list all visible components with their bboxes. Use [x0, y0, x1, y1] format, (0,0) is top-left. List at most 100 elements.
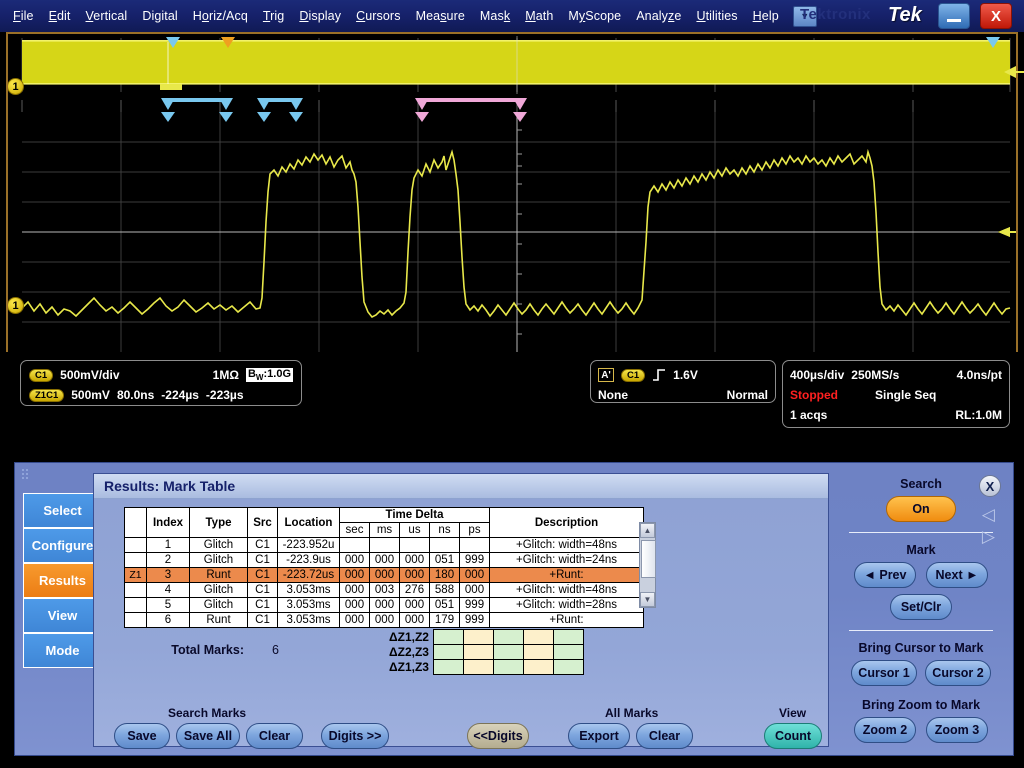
save-button[interactable]: Save: [114, 723, 170, 749]
drag-handle-icon[interactable]: [21, 468, 31, 478]
mark-table-head: Index Type Src Location Time Delta Descr…: [125, 508, 644, 538]
menu-item-digital[interactable]: Digital: [135, 6, 184, 26]
close-icon[interactable]: X: [980, 3, 1012, 29]
triangle-right-icon[interactable]: ▷: [982, 527, 995, 547]
table-header-row-1: Index Type Src Location Time Delta Descr…: [125, 508, 644, 523]
record-length: RL:1.0M: [955, 408, 1002, 422]
cell-location: -223.9us: [278, 553, 340, 568]
delta-cell-ps: [553, 630, 583, 645]
minimize-icon[interactable]: [938, 3, 970, 29]
th-index: Index: [147, 508, 190, 538]
delta-cell-us: [493, 645, 523, 660]
cursor-buttons: Cursor 1 Cursor 2: [835, 660, 1007, 686]
all-marks-buttons: Export Clear: [568, 723, 693, 749]
trigger-readout-box[interactable]: A' C1 1.6V None Normal: [590, 360, 776, 403]
next-mark-button[interactable]: Next ►: [926, 562, 988, 588]
sample-rate: 250MS/s: [851, 368, 899, 382]
close-label: X: [991, 8, 1001, 25]
count-button[interactable]: Count: [764, 723, 822, 749]
delta-cell-ps: [553, 660, 583, 675]
delta-cell-us: [493, 660, 523, 675]
sidebar-item-results[interactable]: Results: [23, 563, 102, 598]
cell-delta-ms: 000: [370, 598, 400, 613]
table-row[interactable]: 5 Glitch C1 3.053ms 000 000 000 051 999 …: [125, 598, 644, 613]
scrollbar-thumb[interactable]: [641, 540, 656, 578]
menu-item-measure[interactable]: Measure: [409, 6, 472, 26]
set-clear-mark-button[interactable]: Set/Clr: [890, 594, 952, 620]
cell-description: +Runt:: [490, 613, 644, 628]
cell-delta-us: 000: [400, 553, 430, 568]
table-row[interactable]: 4 Glitch C1 3.053ms 000 003 276 588 000 …: [125, 583, 644, 598]
clear-search-marks-button[interactable]: Clear: [246, 723, 303, 749]
cell-src: C1: [248, 568, 278, 583]
clear-all-marks-button[interactable]: Clear: [636, 723, 693, 749]
triangle-left-icon[interactable]: ◁: [982, 505, 995, 525]
menu-bar: FFileile Edit Vertical Digital Horiz/Acq…: [0, 0, 1024, 32]
cursor-1-button[interactable]: Cursor 1: [851, 660, 917, 686]
zoom-waveform-pane[interactable]: 1: [8, 112, 1016, 352]
menu-item-math[interactable]: Math: [518, 6, 560, 26]
mark-table-wrap: Index Type Src Location Time Delta Descr…: [124, 507, 644, 628]
cell-delta-sec: 000: [340, 553, 370, 568]
channel-readout-box[interactable]: C1 500mV/div 1MΩ BW:1.0G Z1C1 500mV 80.0…: [20, 360, 302, 406]
sidebar-item-select[interactable]: Select: [23, 493, 102, 528]
mark-table-body: 1 Glitch C1 -223.952u +Glitch: width=48n…: [125, 538, 644, 628]
search-on-toggle[interactable]: On: [886, 496, 956, 522]
cell-delta-ps: 999: [460, 598, 490, 613]
cell-description: +Glitch: width=28ns: [490, 598, 644, 613]
delta-cell-ms: [463, 645, 493, 660]
save-all-button[interactable]: Save All: [176, 723, 240, 749]
cell-type: Glitch: [190, 553, 248, 568]
cell-delta-ms: 000: [370, 553, 400, 568]
table-row[interactable]: Z1 3 Runt C1 -223.72us 000 000 000 180 0…: [125, 568, 644, 583]
cell-src: C1: [248, 598, 278, 613]
table-row[interactable]: 1 Glitch C1 -223.952u +Glitch: width=48n…: [125, 538, 644, 553]
cell-type: Runt: [190, 568, 248, 583]
cell-index: 1: [147, 538, 190, 553]
sidebar-item-configure[interactable]: Configure: [23, 528, 102, 563]
menu-item-file[interactable]: FFileile: [6, 6, 41, 26]
export-button[interactable]: Export: [568, 723, 630, 749]
menu-item-analyze[interactable]: Analyze: [629, 6, 688, 26]
menu-item-mask[interactable]: Mask: [473, 6, 517, 26]
cell-delta-sec: 000: [340, 568, 370, 583]
zoom-3-button[interactable]: Zoom 3: [926, 717, 988, 743]
triangle-up-icon[interactable]: ▲: [640, 523, 655, 538]
cell-type: Glitch: [190, 538, 248, 553]
digits-back-button[interactable]: <<Digits: [467, 723, 529, 749]
mark-table[interactable]: Index Type Src Location Time Delta Descr…: [124, 507, 644, 628]
zoom-end: -223µs: [206, 388, 244, 402]
cell-description: +Glitch: width=24ns: [490, 553, 644, 568]
zoom-2-button[interactable]: Zoom 2: [854, 717, 916, 743]
table-scrollbar[interactable]: ▲ ▼: [639, 522, 656, 608]
menu-item-cursors[interactable]: Cursors: [349, 6, 407, 26]
menu-item-myscope[interactable]: MyScope: [561, 6, 628, 26]
close-icon[interactable]: X: [979, 475, 1001, 497]
sidebar-item-mode[interactable]: Mode: [23, 633, 102, 668]
menu-item-help[interactable]: Help: [746, 6, 786, 26]
acq-mode: Single Seq: [875, 388, 936, 402]
menu-item-edit[interactable]: Edit: [42, 6, 78, 26]
menu-item-display[interactable]: Display: [292, 6, 348, 26]
graticule[interactable]: 1: [6, 32, 1018, 352]
sidebar-item-view[interactable]: View: [23, 598, 102, 633]
triangle-down-icon[interactable]: ▼: [640, 592, 655, 607]
cell-delta-us: [400, 538, 430, 553]
acquisition-readout-box[interactable]: 400µs/div 250MS/s 4.0ns/pt Stopped Singl…: [782, 360, 1010, 428]
view-group-label: View: [779, 706, 806, 720]
total-marks-label: Total Marks:: [124, 643, 244, 657]
prev-mark-button[interactable]: ◄ Prev: [854, 562, 916, 588]
sidebar-item-label: Results: [39, 573, 86, 588]
menu-item-horiz-acq[interactable]: Horiz/Acq: [186, 6, 255, 26]
cursor-2-button[interactable]: Cursor 2: [925, 660, 991, 686]
overview-waveform-pane[interactable]: 1: [8, 34, 1016, 96]
menu-item-vertical[interactable]: Vertical: [79, 6, 135, 26]
menu-item-trig[interactable]: Trig: [256, 6, 291, 26]
table-row[interactable]: 2 Glitch C1 -223.9us 000 000 000 051 999…: [125, 553, 644, 568]
divider: [849, 532, 993, 533]
cell-delta-sec: 000: [340, 583, 370, 598]
digits-forward-button[interactable]: Digits >>: [321, 723, 389, 749]
delta-row: ΔZ2,Z3: [389, 645, 583, 660]
menu-item-utilities[interactable]: Utilities: [689, 6, 744, 26]
table-row[interactable]: 6 Runt C1 3.053ms 000 000 000 179 999 +R…: [125, 613, 644, 628]
